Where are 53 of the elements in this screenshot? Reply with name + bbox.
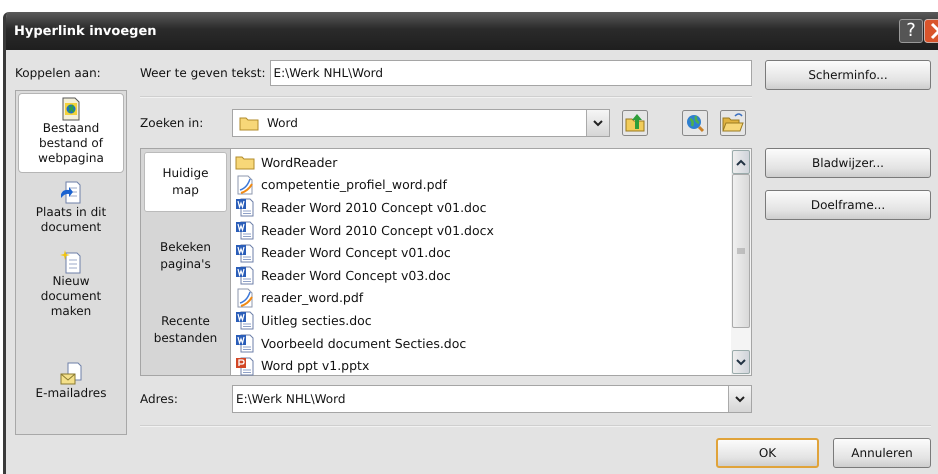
file-name[interactable]: Reader Word 2010 Concept v01.doc <box>261 200 487 215</box>
link-type-item[interactable]: E-mailadres <box>18 358 124 408</box>
file-name[interactable]: Voorbeeld document Secties.doc <box>261 336 466 351</box>
link-type-item[interactable]: Bestaand bestand of webpagina <box>18 93 124 173</box>
display-text-field[interactable]: E:\Werk NHL\Word <box>270 60 752 86</box>
display-text-label: Weer te geven tekst: <box>140 65 266 82</box>
file-name[interactable]: WordReader <box>261 154 338 170</box>
cancel-button[interactable]: Annuleren <box>833 438 931 468</box>
web-page-icon <box>60 97 82 121</box>
document-arrow-icon <box>60 181 82 205</box>
folder-up-icon[interactable] <box>622 110 648 136</box>
file-name[interactable]: competentie_profiel_word.pdf <box>261 177 447 192</box>
places-tab[interactable]: Bekeken pagina's <box>144 226 227 286</box>
file-name[interactable]: Reader Word 2010 Concept v01.docx <box>261 222 494 238</box>
open-folder-icon[interactable] <box>720 110 746 136</box>
document-icon <box>235 242 255 263</box>
help-button[interactable]: ? <box>899 19 923 43</box>
document-icon <box>235 310 255 330</box>
screen-tip-button[interactable]: Scherminfo... <box>765 60 931 90</box>
dialog-button[interactable]: Bladwijzer... <box>765 148 931 178</box>
document-icon <box>235 220 255 240</box>
places-tab[interactable]: Huidige map <box>144 152 227 212</box>
window-title: Hyperlink invoegen <box>14 24 157 38</box>
document-icon <box>235 197 255 218</box>
dialog-button[interactable]: Doelframe... <box>765 190 931 220</box>
grip-icon <box>737 248 745 254</box>
pdf-file-icon <box>235 174 255 195</box>
link-type-item[interactable]: Nieuw document maken <box>18 246 124 326</box>
envelope-icon <box>60 362 82 386</box>
file-name[interactable]: Reader Word Concept v01.doc <box>261 245 451 260</box>
ok-button[interactable]: OK <box>716 438 819 468</box>
pdf-file-icon <box>235 288 255 308</box>
look-in-dropdown[interactable]: Word <box>232 109 610 137</box>
places-tab[interactable]: Recente bestanden <box>144 300 227 360</box>
file-name[interactable]: reader_word.pdf <box>261 290 364 306</box>
file-name[interactable]: Word ppt v1.pptx <box>261 358 370 374</box>
globe-search-icon[interactable] <box>682 110 708 136</box>
look-in-label: Zoeken in: <box>140 115 204 132</box>
document-icon <box>235 333 255 354</box>
file-name[interactable]: Reader Word Concept v03.doc <box>261 268 451 283</box>
new-document-icon <box>60 250 82 274</box>
folder-icon <box>239 115 259 131</box>
chevron-down-icon <box>736 358 746 366</box>
file-name[interactable]: Uitleg secties.doc <box>261 312 372 328</box>
vertical-scrollbar[interactable] <box>731 149 751 375</box>
chevron-up-icon <box>736 158 746 166</box>
chevron-down-icon <box>593 120 603 126</box>
address-dropdown[interactable]: E:\Werk NHL\Word <box>232 385 752 413</box>
link-to-label: Koppelen aan: <box>15 65 102 82</box>
chevron-down-icon <box>735 396 745 402</box>
address-label: Adres: <box>140 391 179 408</box>
link-type-item[interactable]: Plaats in dit document <box>18 177 124 242</box>
document-icon <box>235 265 255 286</box>
